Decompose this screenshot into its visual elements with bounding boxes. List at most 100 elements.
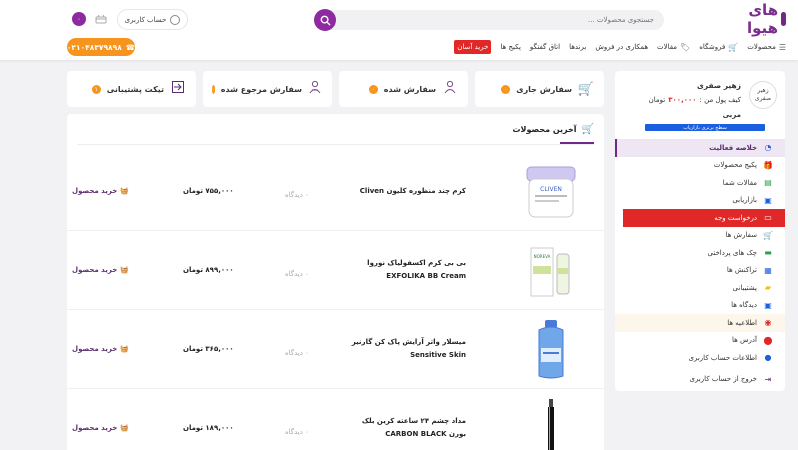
basket-icon: 🧺	[120, 187, 129, 195]
nav-item-packages[interactable]: پکیج ها	[500, 43, 521, 51]
transaction-icon: ▦	[764, 265, 772, 275]
product-name[interactable]: مداد چشم ۲۴ ساعته کرین بلک بورن CARBON B…	[346, 415, 466, 441]
user-role: مربی	[722, 111, 741, 119]
menu-item-label: تراکنش ها	[726, 266, 757, 275]
stat-count-badge: ۱	[91, 84, 101, 94]
notification-icon: ◉	[764, 318, 772, 328]
product-image[interactable]: CLIVEN	[522, 158, 580, 224]
buy-product-button[interactable]: 🧺 خرید محصول	[72, 187, 129, 195]
basket-icon: 🧺	[120, 266, 129, 274]
comment-icon: ▣	[764, 300, 772, 310]
nav-item-label: همکاری در فروش	[595, 43, 649, 51]
search-button[interactable]	[314, 9, 336, 31]
menu-item-logout[interactable]: ⇥ خروج از حساب کاربری	[615, 371, 785, 389]
location-icon: ⬤	[763, 335, 773, 345]
product-comments-count: ۰ دیدگاه	[285, 349, 309, 357]
product-name[interactable]: کرم چند منظوره کلیون Cliven	[346, 185, 466, 198]
main-nav: ☰ محصولات 🛒 فروشگاه 🏷 مقالات همکاری در ف…	[454, 38, 786, 56]
user-return-icon	[308, 80, 322, 98]
nav-item-chatroom[interactable]: اتاق گفتگو	[530, 43, 560, 51]
menu-item-my-articles[interactable]: ▤ مقالات شما	[615, 174, 785, 192]
product-row: CLIVEN کرم چند منظوره کلیون Cliven ۰ دید…	[67, 152, 604, 231]
product-row: میسلار واتر آرایش پاک کن گارنیر Sensitiv…	[67, 310, 604, 389]
wallet-label: کیف پول من :	[699, 96, 741, 104]
menu-item-orders[interactable]: 🛒 سفارش ها	[615, 227, 785, 245]
product-row: مداد چشم ۲۴ ساعته کرین بلک بورن CARBON B…	[67, 389, 604, 450]
cart-button[interactable]	[92, 11, 110, 27]
menu-item-label: دیدگاه ها	[731, 301, 757, 310]
menu-item-checks[interactable]: ▬ چک های پرداختی	[615, 244, 785, 262]
stat-count-badge: ۰	[211, 84, 215, 94]
nav-item-label: فروشگاه	[699, 43, 726, 51]
product-image[interactable]	[522, 316, 580, 382]
cart-count-badge[interactable]: ۰	[72, 12, 86, 26]
phone-number: ۰۲۱۰۴۸۳۷۹۸۹۸	[66, 42, 122, 52]
cart-icon: 🛒	[763, 230, 773, 240]
easy-buy-button[interactable]: خرید آسان	[454, 40, 492, 54]
cart-icon: 🛒	[581, 124, 594, 135]
login-icon	[170, 80, 186, 98]
account-label: حساب کاربری	[124, 15, 167, 24]
user-check-icon	[442, 80, 458, 98]
search-icon	[320, 15, 331, 26]
stat-card-ordered[interactable]: سفارش شده ۰	[339, 71, 468, 107]
cart-icon: 🛒	[577, 81, 594, 97]
nav-item-products[interactable]: ☰ محصولات	[747, 43, 786, 52]
avatar[interactable]: زهیر صفری	[749, 81, 777, 109]
article-icon: ▤	[764, 178, 772, 188]
wallet-unit: تومان	[648, 96, 666, 104]
menu-item-packages[interactable]: 🎁 پکیج محصولات	[615, 157, 785, 175]
site-header: های هیوا حساب کاربری ۰ ☰ محصولات 🛒 فروشگ…	[0, 0, 798, 60]
menu-item-label: اطلاعات حساب کاربری	[688, 353, 757, 362]
phone-icon: ☎	[125, 42, 136, 52]
site-logo[interactable]: های هیوا	[724, 1, 786, 37]
stat-card-current-orders[interactable]: 🛒 سفارش جاری ۰	[475, 71, 604, 107]
menu-item-notifications[interactable]: ◉ اطلاعیه ها	[615, 314, 785, 332]
nav-item-label: برندها	[569, 43, 587, 51]
menu-item-withdraw-request[interactable]: ▭ درخواست وجه	[623, 209, 785, 227]
account-menu: ◔ خلاصه فعالیت 🎁 پکیج محصولات ▤ مقالات ش…	[615, 139, 785, 388]
stat-label: سفارش شده	[383, 84, 436, 94]
product-name[interactable]: بی بی کرم اکسفولیاک نوروا EXFOLIKA BB Cr…	[346, 257, 466, 283]
menu-item-label: خروج از حساب کاربری	[689, 375, 757, 384]
nav-item-label: اتاق گفتگو	[529, 43, 561, 51]
product-name[interactable]: میسلار واتر آرایش پاک کن گارنیر Sensitiv…	[346, 336, 466, 362]
gift-icon: 🎁	[763, 160, 773, 170]
menu-item-account-info[interactable]: ● اطلاعات حساب کاربری	[615, 349, 785, 367]
phone-button[interactable]: ۰۲۱۰۴۸۳۷۹۸۹۸ ☎	[67, 38, 135, 56]
profile-box: زهیر صفری زهیر صفری کیف پول من : ۳۰۰,۰۰۰…	[623, 79, 777, 139]
product-image[interactable]: NOREVA	[522, 237, 580, 303]
svg-text:CLIVEN: CLIVEN	[540, 186, 562, 193]
menu-item-support[interactable]: ▰ پشتیبانی	[615, 279, 785, 297]
search-bar	[314, 9, 664, 31]
nav-item-shop[interactable]: 🛒 فروشگاه	[699, 43, 738, 52]
nav-item-label: پکیج ها	[500, 43, 521, 51]
buy-product-button[interactable]: 🧺 خرید محصول	[72, 424, 129, 432]
menu-item-marketing[interactable]: ▣ بازاریابی	[615, 192, 785, 210]
nav-item-affiliate[interactable]: همکاری در فروش	[595, 43, 648, 51]
stat-card-returned[interactable]: سفارش مرجوع شده ۰	[203, 71, 332, 107]
wallet-row: کیف پول من : ۳۰۰,۰۰۰ تومان	[649, 96, 741, 104]
stat-count-badge: ۰	[368, 84, 378, 94]
user-icon: ●	[764, 353, 772, 363]
menu-item-label: بازاریابی	[732, 196, 757, 205]
check-icon: ▬	[764, 248, 772, 258]
buy-label: خرید محصول	[72, 424, 118, 432]
product-image[interactable]	[522, 395, 580, 450]
buy-product-button[interactable]: 🧺 خرید محصول	[72, 266, 129, 274]
menu-item-activity-summary[interactable]: ◔ خلاصه فعالیت	[615, 139, 785, 157]
menu-item-comments[interactable]: ▣ دیدگاه ها	[615, 297, 785, 315]
profile-name: زهیر صفری	[696, 81, 741, 90]
nav-item-articles[interactable]: 🏷 مقالات	[657, 43, 690, 52]
product-price: ۸۹۹,۰۰۰ تومان	[183, 266, 234, 274]
dashboard-icon: ◔	[764, 143, 772, 153]
nav-item-brands[interactable]: برندها	[569, 43, 586, 51]
account-button[interactable]: حساب کاربری	[117, 9, 188, 30]
search-input[interactable]	[354, 10, 654, 30]
divider	[77, 144, 594, 145]
buy-product-button[interactable]: 🧺 خرید محصول	[72, 345, 129, 353]
stat-card-support-ticket[interactable]: تیکت پشتیبانی ۱	[67, 71, 196, 107]
menu-item-label: پکیج محصولات	[713, 161, 757, 170]
menu-item-addresses[interactable]: ⬤ آدرس ها	[615, 332, 785, 350]
menu-item-transactions[interactable]: ▦ تراکنش ها	[615, 262, 785, 280]
